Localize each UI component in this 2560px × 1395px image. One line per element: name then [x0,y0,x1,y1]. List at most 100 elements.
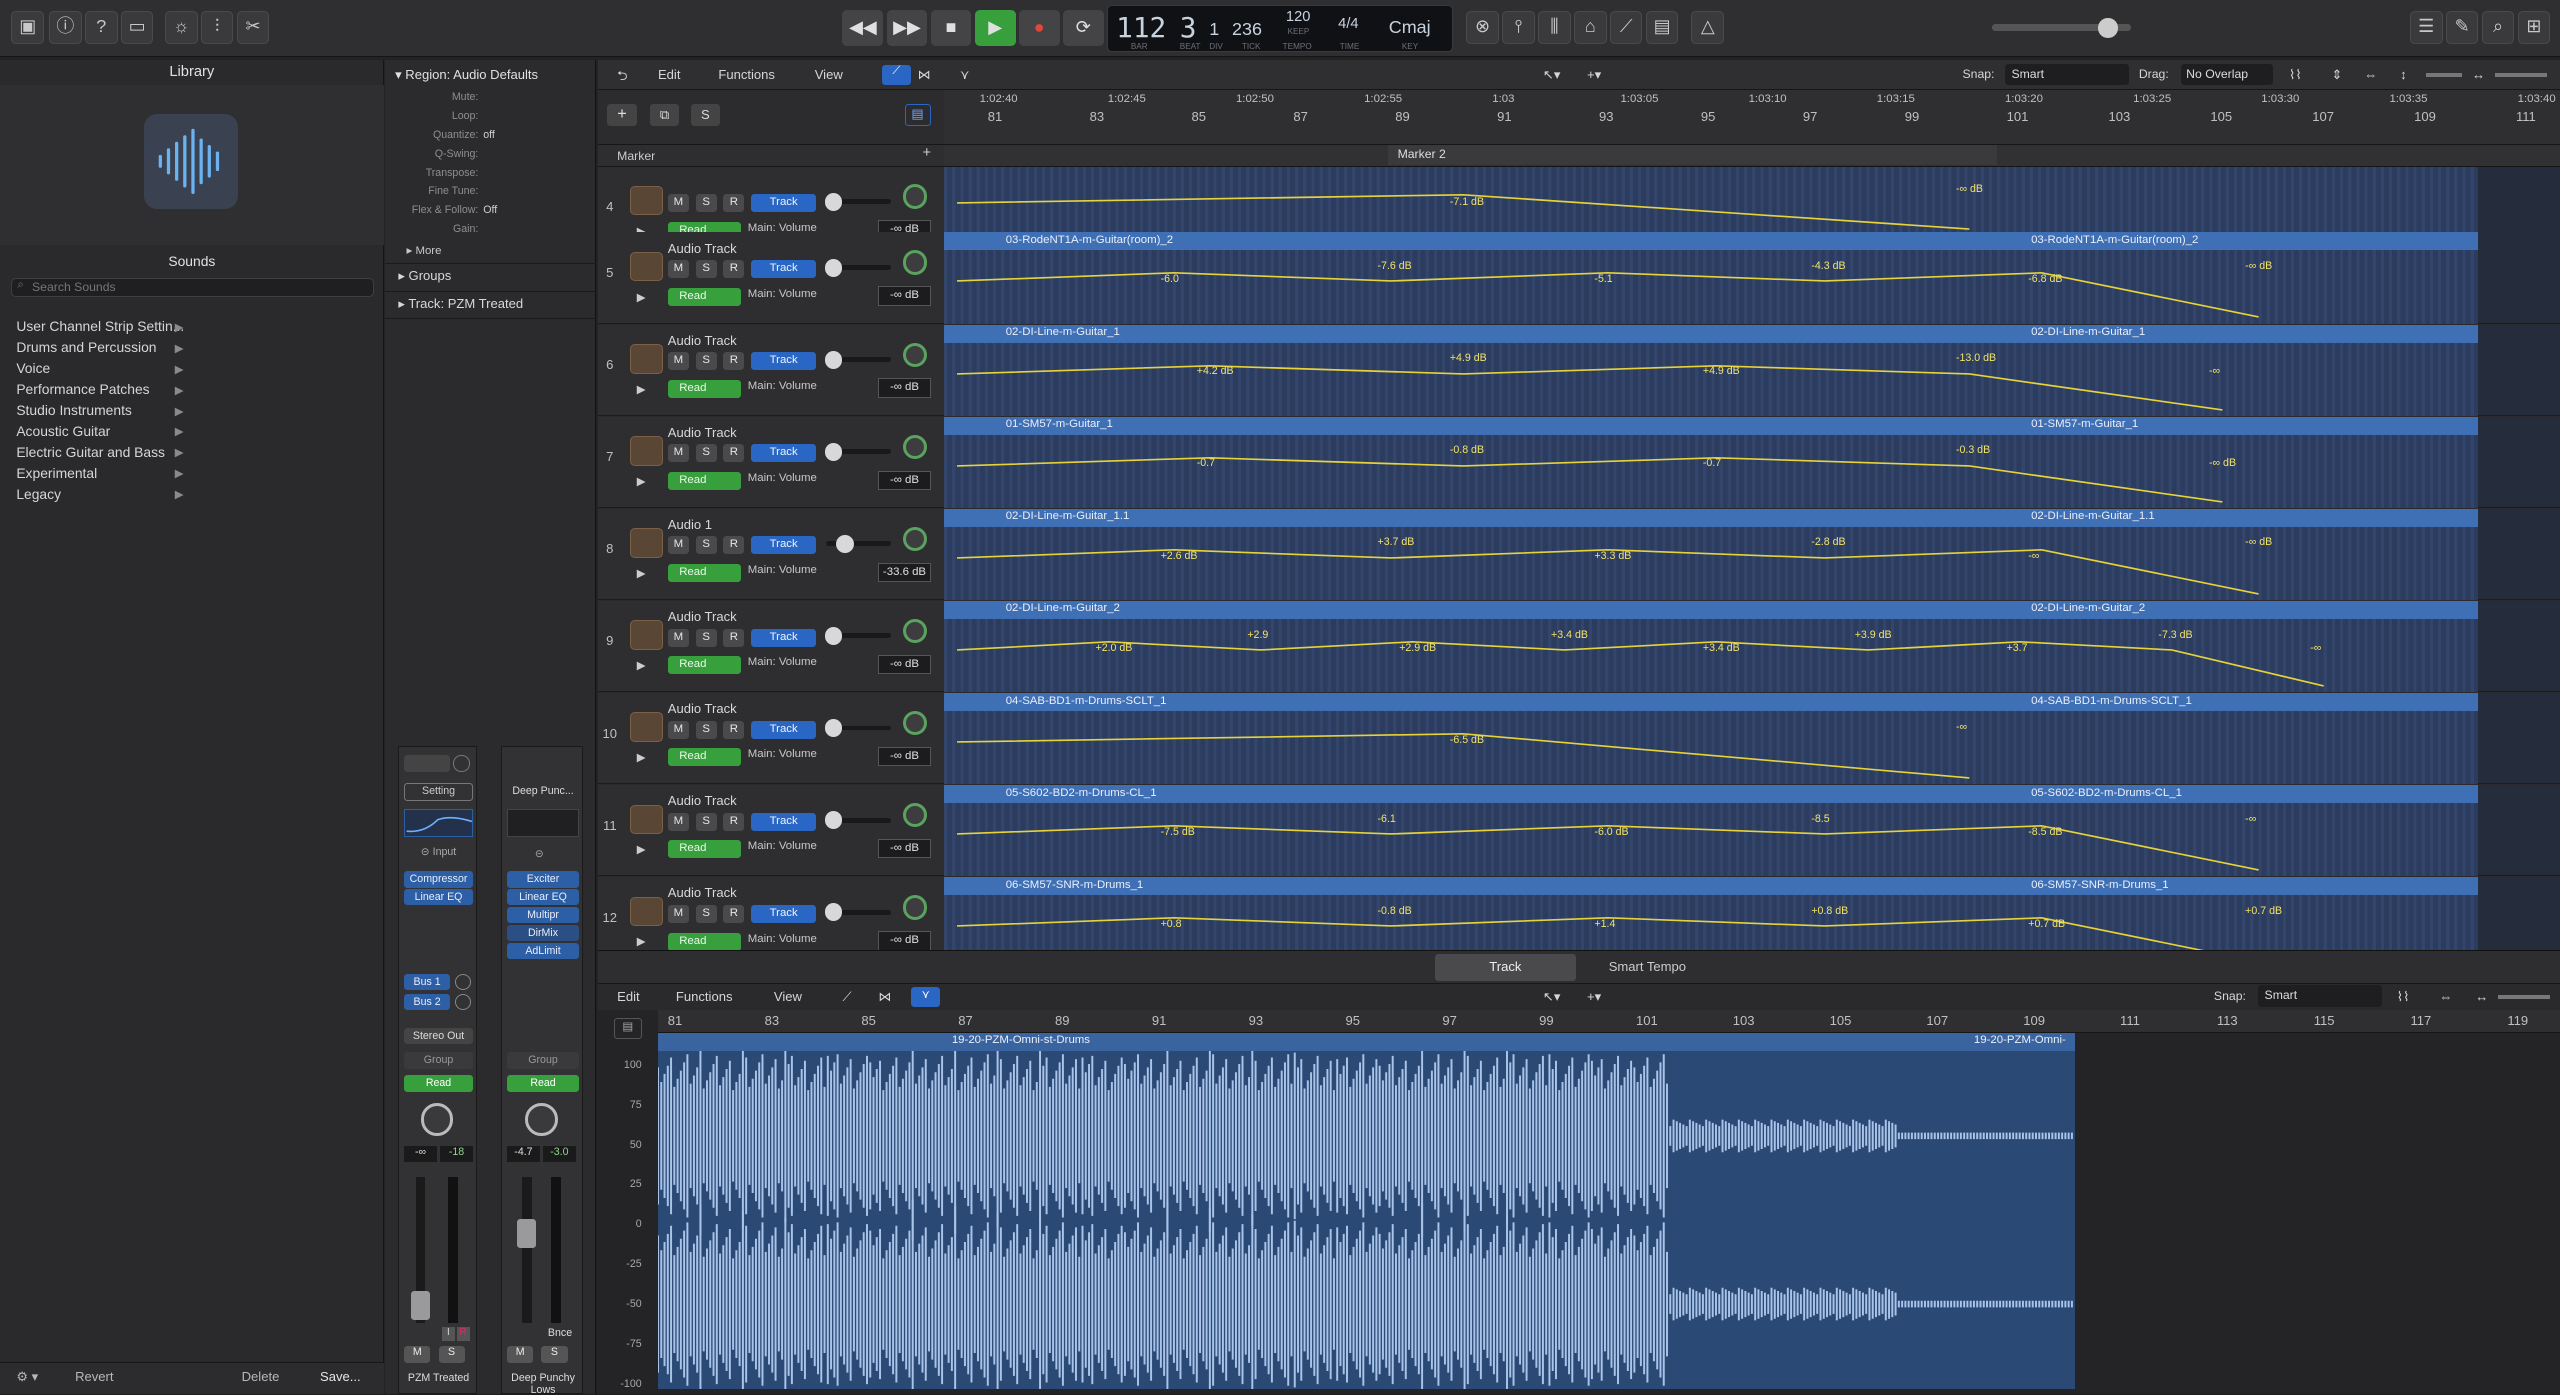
plugin-slot-dirmix[interactable]: DirMix [507,925,579,942]
track-name[interactable]: Audio Track [668,609,737,624]
automation-read-button[interactable]: Read [404,1075,473,1092]
volume-fader[interactable] [410,1176,431,1324]
bounce-button[interactable]: Bnce [548,1327,572,1339]
track-pan-knob[interactable] [902,802,928,828]
group-button-2[interactable]: Group [507,1052,579,1069]
track-volume-slider[interactable] [824,626,892,645]
solo-icon[interactable]: ⫼ [1538,11,1571,45]
cycle-icon[interactable]: ⟳ [1062,9,1104,46]
eq-thumbnail[interactable] [404,809,473,837]
sounds-search[interactable]: ⌕ [11,277,374,298]
automation-value[interactable]: -33.6 dB [878,562,931,583]
track-input-button[interactable]: Track [751,812,817,831]
automation-parameter-select[interactable]: Main: Volume [748,564,817,576]
mute-button-2[interactable]: M [507,1346,534,1363]
track-record-button[interactable]: R [723,352,745,371]
horizontal-zoom-icon[interactable]: ↔ [2472,67,2485,82]
inspector-icon[interactable]: ⓘ [48,11,82,45]
disclosure-triangle-icon[interactable]: ▶ [637,382,646,396]
track-pan-knob[interactable] [902,250,928,275]
play-icon[interactable]: ▶ [974,9,1016,46]
plugin-slot-linear-eq-2[interactable]: Linear EQ [507,889,579,906]
editors-icon[interactable]: ✂ [236,11,270,45]
library-category[interactable]: Drums and Percussion [16,339,156,355]
track-volume-handle[interactable] [824,258,843,277]
send-bus-1[interactable]: Bus 1 [404,974,450,991]
lcd-display[interactable]: 112 3 1 236 BAR BEAT DIV TICK 120 KEEP T… [1106,4,1454,53]
volume-fader-2[interactable] [516,1176,537,1324]
tab-smart-tempo[interactable]: Smart Tempo [1577,954,1717,980]
send-1-knob[interactable] [454,974,472,991]
browsers-icon[interactable]: ⊞ [2517,11,2551,45]
track-volume-handle[interactable] [824,719,843,737]
track-record-button[interactable]: R [723,194,745,213]
stop-icon[interactable]: ■ [930,9,972,46]
add-marker-icon[interactable]: + [922,145,931,161]
count-in-icon[interactable]: ⌂ [1573,11,1607,45]
functions-menu[interactable]: Functions [718,67,775,82]
track-solo-button[interactable]: S [695,904,717,923]
fast-forward-icon[interactable]: ▶▶ [886,9,928,46]
strip-knob[interactable] [453,755,470,772]
track-volume-handle[interactable] [824,350,843,369]
track-volume-slider[interactable] [824,192,892,211]
pan-knob-2[interactable] [525,1103,558,1136]
link-icon[interactable]: ⊝ [535,847,544,860]
track-volume-slider[interactable] [824,442,892,461]
track-solo-button[interactable]: S [695,628,717,647]
track-solo-button[interactable]: S [695,536,717,555]
track-lane[interactable]: -7.1 dB -∞ dB [943,166,2560,236]
volume-automation-curve[interactable] [944,417,2560,508]
track-record-button[interactable]: R [723,628,745,647]
track-input-button[interactable]: Track [751,628,817,647]
track-lane[interactable]: 02-DI-Line-m-Guitar_2 02-DI-Line-m-Guitar… [943,600,2560,693]
sounds-search-input[interactable] [32,278,367,295]
editor-functions-menu[interactable]: Functions [676,989,733,1004]
editor-zoom-slider[interactable] [2498,995,2551,999]
volume-automation-curve[interactable] [944,232,2560,323]
track-volume-slider[interactable] [824,903,892,922]
library-category[interactable]: Legacy [16,486,61,502]
disclosure-triangle-icon[interactable]: ▶ [637,474,646,488]
track-volume-handle[interactable] [824,626,843,645]
edit-menu[interactable]: Edit [658,67,680,82]
automation-parameter-select[interactable]: Main: Volume [748,933,817,945]
track-solo-button[interactable]: S [695,720,717,739]
track-volume-slider[interactable] [824,719,892,737]
editor-waveform-zoom-icon[interactable]: ⌇⌇ [2397,989,2410,1005]
track-header[interactable]: 4 M S R Track ▶ Read Main: Volume -∞ dB [597,166,944,240]
track-record-button[interactable]: R [723,536,745,555]
back-icon[interactable]: ⮌ [617,67,627,89]
track-pan-knob[interactable] [902,618,928,644]
editor-view-menu[interactable]: View [774,989,802,1004]
automation-parameter-select[interactable]: Main: Volume [748,840,817,852]
automation-mode-select[interactable]: Read [667,656,742,675]
automation-value[interactable]: -∞ dB [878,378,931,399]
editor-fit-icon[interactable]: ⇔ [2439,989,2452,1004]
disclosure-triangle-icon[interactable]: ▶ [637,658,646,672]
library-category[interactable]: Voice [16,360,50,376]
automation-parameter-select[interactable]: Main: Volume [748,748,817,760]
track-solo-button[interactable]: S [695,444,717,463]
library-category[interactable]: Electric Guitar and Bass [16,444,165,460]
track-header[interactable]: 5 Audio Track M S R Track ▶ Read Main: V… [597,232,944,324]
track-record-button[interactable]: R [723,812,745,831]
library-icon[interactable]: ▣ [11,11,45,45]
automation-value[interactable]: -∞ dB [878,930,931,951]
track-input-button[interactable]: Track [751,536,817,555]
send-2-knob[interactable] [454,993,472,1010]
track-pan-knob[interactable] [902,710,928,736]
track-input-button[interactable]: Track [751,194,817,213]
search-icon[interactable]: ⌕ [2481,11,2515,45]
library-settings-icon[interactable]: ⚙ ▾ [16,1369,38,1385]
track-lane[interactable]: 02-DI-Line-m-Guitar_1.1 02-DI-Line-m-Guit… [943,508,2560,601]
track-volume-handle[interactable] [824,903,843,922]
region-filter-icon[interactable]: ▤ [904,104,931,126]
track-volume-handle[interactable] [824,811,843,830]
track-volume-handle[interactable] [835,534,854,553]
horizontal-zoom-slider[interactable] [2494,73,2547,77]
track-pan-knob[interactable] [902,342,928,367]
library-category[interactable]: User Channel Strip Settin... [16,318,184,334]
tuner-icon[interactable]: ⫯ [1502,11,1535,45]
track-header[interactable]: 6 Audio Track M S R Track ▶ Read Main: V… [597,324,944,416]
